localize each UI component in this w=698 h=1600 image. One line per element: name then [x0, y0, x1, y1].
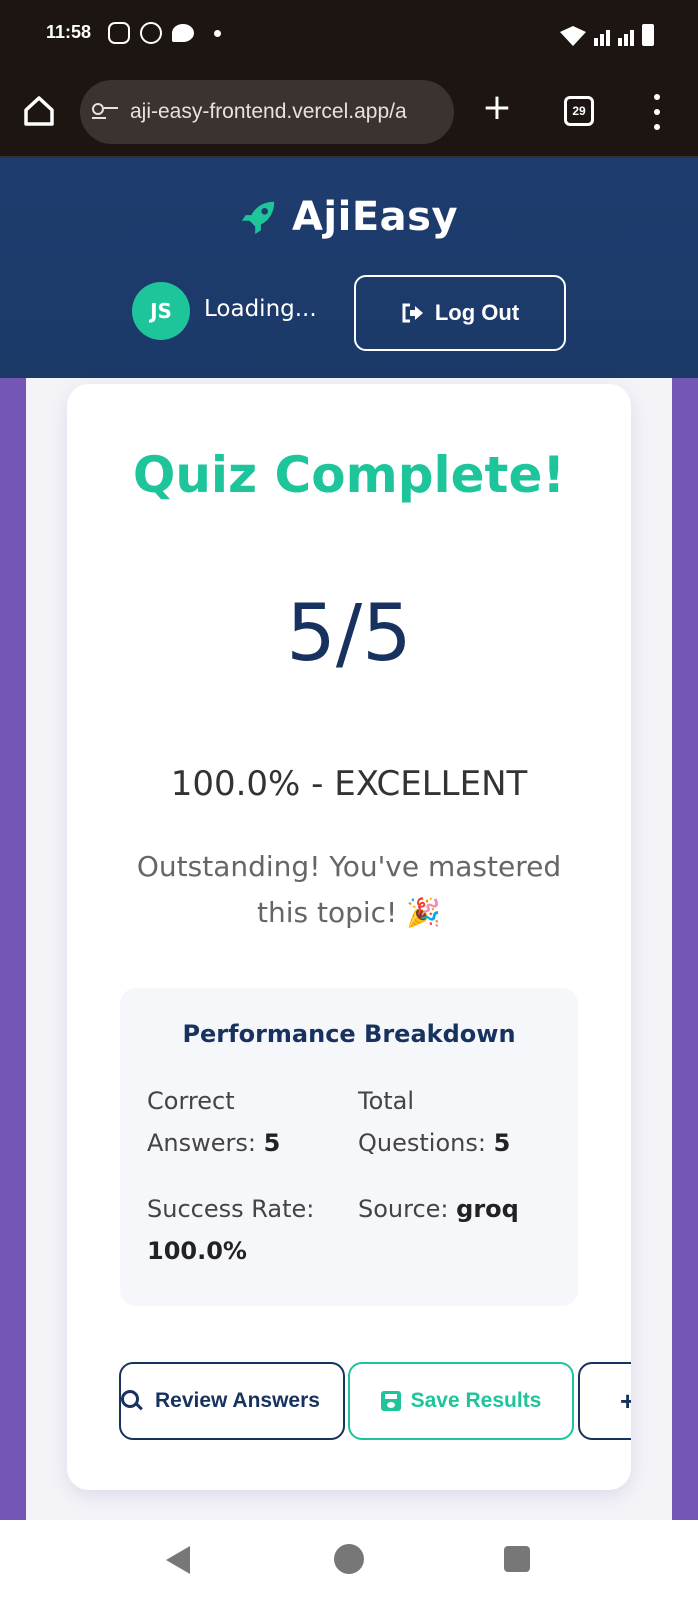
back-icon[interactable] [166, 1546, 190, 1574]
status-bar: 11:58 [0, 0, 698, 72]
user-name: Loading... [204, 296, 317, 322]
success-rate-label: Success Rate: [147, 1195, 315, 1223]
save-results-label: Save Results [410, 1389, 542, 1412]
new-quiz-button[interactable]: + N [578, 1362, 631, 1440]
system-nav-bar [0, 1520, 698, 1600]
whatsapp-icon [140, 22, 162, 44]
new-tab-icon[interactable]: + [480, 90, 514, 126]
recent-apps-icon[interactable] [504, 1546, 530, 1572]
correct-answers-label: Correct Answers: [147, 1087, 256, 1157]
score: 5/5 [286, 589, 412, 679]
search-icon [121, 1390, 143, 1412]
chat-bubble-icon [172, 24, 194, 42]
save-results-button[interactable]: Save Results [348, 1362, 574, 1440]
home-icon[interactable] [22, 94, 56, 128]
review-answers-button[interactable]: Review Answers [119, 1362, 345, 1440]
breakdown-title: Performance Breakdown [182, 1020, 516, 1048]
more-notifications-dot-icon [214, 29, 221, 37]
logout-button[interactable]: Log Out [354, 275, 566, 351]
logout-icon [402, 303, 423, 323]
save-icon [380, 1391, 401, 1411]
rocket-icon [241, 201, 275, 235]
address-bar[interactable]: aji-easy-frontend.vercel.app/a [80, 80, 454, 144]
system-status-icons [560, 20, 654, 46]
logout-label: Log Out [434, 300, 520, 325]
brand[interactable]: AjiEasy [0, 194, 698, 240]
home-circle-icon[interactable] [334, 1544, 364, 1574]
percentage-grade: 100.0% - EXCELLENT [170, 764, 528, 804]
browser-toolbar: aji-easy-frontend.vercel.app/a + 29 [0, 72, 698, 158]
app-header: AjiEasy JS Loading... Log Out [0, 158, 698, 378]
source-label: Source: [358, 1195, 449, 1223]
avatar: JS [132, 282, 190, 340]
wifi-icon [560, 26, 586, 46]
instagram-icon [108, 22, 130, 44]
battery-icon [642, 24, 654, 46]
correct-answers-value: 5 [263, 1129, 281, 1157]
page-title: Quiz Complete! [132, 446, 566, 504]
review-answers-label: Review Answers [155, 1389, 320, 1412]
url-text: aji-easy-frontend.vercel.app/a [130, 100, 407, 123]
site-settings-icon[interactable] [92, 100, 122, 124]
performance-breakdown: Performance Breakdown Correct Answers: 5… [120, 988, 578, 1306]
status-time: 11:58 [46, 22, 92, 42]
source-value: groq [456, 1195, 519, 1223]
correct-answers-stat: Correct Answers: 5 [147, 1080, 337, 1164]
success-rate-stat: Success Rate: 100.0% [147, 1188, 347, 1272]
plus-icon: + [620, 1386, 631, 1417]
tab-switcher-button[interactable]: 29 [564, 96, 594, 126]
total-questions-label: Total Questions: [358, 1087, 486, 1157]
brand-name: AjiEasy [291, 194, 459, 240]
more-menu-icon[interactable] [650, 94, 664, 130]
success-rate-value: 100.0% [147, 1237, 247, 1265]
source-stat: Source: groq [358, 1188, 558, 1230]
action-buttons: Review Answers Save Results + N [119, 1362, 631, 1440]
signal-icon [594, 30, 610, 46]
total-questions-value: 5 [493, 1129, 511, 1157]
signal-2-icon [618, 30, 634, 46]
total-questions-stat: Total Questions: 5 [358, 1080, 548, 1164]
notification-icons [108, 22, 221, 44]
quiz-result-card: Quiz Complete! 5/5 100.0% - EXCELLENT Ou… [67, 384, 631, 1490]
result-message: Outstanding! You've mastered this topic!… [136, 850, 562, 929]
